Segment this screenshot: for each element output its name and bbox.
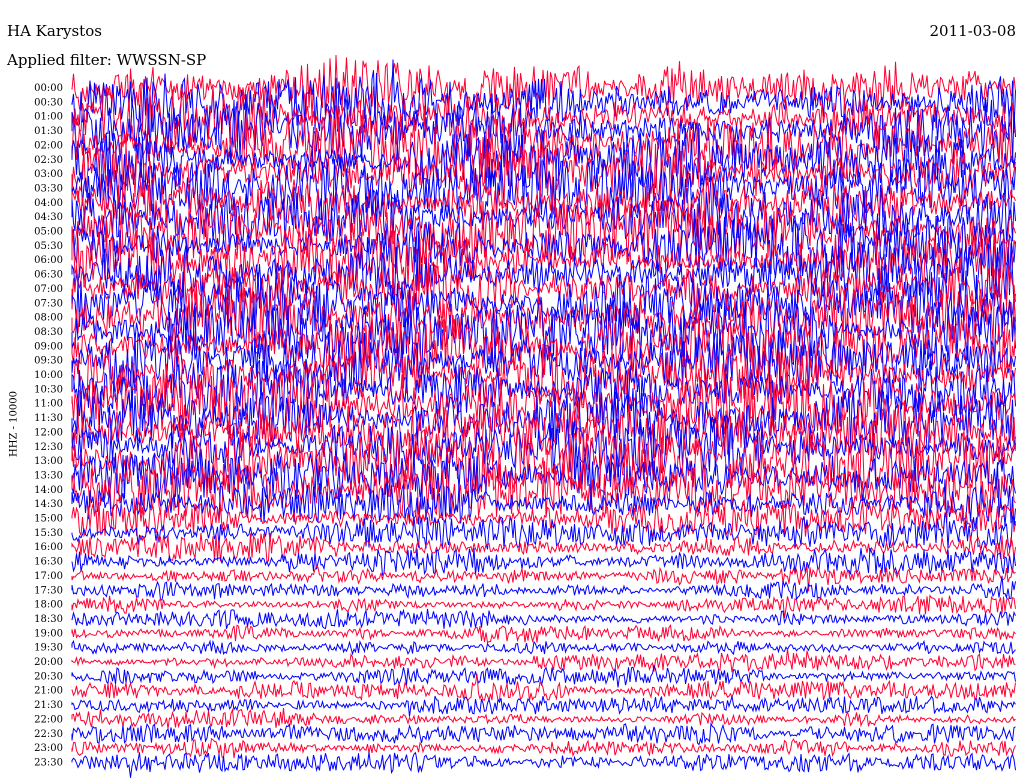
trace-line	[71, 608, 1016, 630]
row-tick-label: 17:30	[34, 585, 63, 596]
row-tick-label: 21:30	[34, 700, 63, 711]
row-tick-label: 17:00	[34, 571, 63, 582]
row-tick-label: 16:00	[34, 542, 63, 553]
row-tick-label: 18:00	[34, 600, 63, 611]
row-tick-label: 11:30	[34, 413, 63, 424]
trace-line	[71, 751, 1016, 778]
row-tick-label: 01:00	[34, 112, 63, 123]
filter-label: Applied filter: WWSSN-SP	[7, 51, 207, 69]
row-tick-label: 23:00	[34, 743, 63, 754]
trace-line	[71, 664, 1016, 688]
trace-line	[71, 695, 1016, 717]
row-tick-label: 04:00	[34, 198, 63, 209]
row-tick-label: 13:00	[34, 456, 63, 467]
row-tick-label: 23:30	[34, 757, 63, 768]
row-tick-label: 08:00	[34, 313, 63, 324]
row-tick-label: 15:00	[34, 514, 63, 525]
row-tick-label: 15:30	[34, 528, 63, 539]
trace-line	[71, 594, 1016, 619]
trace-line	[71, 532, 1016, 564]
row-tick-label: 22:00	[34, 714, 63, 725]
row-tick-label: 16:30	[34, 557, 63, 568]
row-tick-label: 05:30	[34, 241, 63, 252]
row-tick-label: 05:00	[34, 227, 63, 238]
row-tick-label: 06:30	[34, 270, 63, 281]
row-tick-label: 12:00	[34, 427, 63, 438]
trace-line	[71, 639, 1016, 656]
row-tick-label: 10:00	[34, 370, 63, 381]
row-tick-label: 19:00	[34, 628, 63, 639]
row-tick-label: 03:30	[34, 183, 63, 194]
trace-line	[71, 721, 1016, 746]
trace-line	[71, 673, 1016, 703]
row-tick-label: 18:30	[34, 614, 63, 625]
trace-line	[71, 708, 1016, 729]
row-tick-label: 14:30	[34, 499, 63, 510]
row-tick-label: 00:30	[34, 97, 63, 108]
row-tick-label: 02:00	[34, 140, 63, 151]
date-label: 2011-03-08	[929, 22, 1016, 40]
row-tick-label: 14:00	[34, 485, 63, 496]
row-tick-label: 03:00	[34, 169, 63, 180]
trace-line	[71, 575, 1016, 601]
trace-line	[71, 737, 1016, 759]
row-tick-label: 07:30	[34, 298, 63, 309]
row-tick-label: 08:30	[34, 327, 63, 338]
row-tick-label: 06:00	[34, 255, 63, 266]
row-tick-label: 11:00	[34, 399, 63, 410]
row-tick-label: 22:30	[34, 729, 63, 740]
station-title: HA Karystos	[7, 22, 102, 40]
row-tick-label: 01:30	[34, 126, 63, 137]
row-tick-label: 02:30	[34, 155, 63, 166]
row-tick-label: 07:00	[34, 284, 63, 295]
trace-group	[71, 54, 1016, 778]
row-tick-label: 10:30	[34, 384, 63, 395]
row-tick-label: 20:30	[34, 671, 63, 682]
row-tick-label: 21:00	[34, 686, 63, 697]
row-tick-label: 13:30	[34, 470, 63, 481]
row-tick-label: 00:00	[34, 83, 63, 94]
row-tick-label: 19:30	[34, 643, 63, 654]
helicorder-plot: HA Karystos 2011-03-08 Applied filter: W…	[0, 0, 1024, 780]
tick-label-group: 00:00 00:30 01:00 01:30 02:00 02:30 03:00 03:30…	[34, 83, 63, 768]
trace-line	[71, 623, 1016, 644]
row-tick-label: 20:00	[34, 657, 63, 668]
row-tick-label: 09:30	[34, 356, 63, 367]
seismogram-chart: 00:00 00:30 01:00 01:30 02:00 02:30 03:00 03:30…	[34, 54, 1016, 778]
row-tick-label: 04:30	[34, 212, 63, 223]
row-tick-label: 12:30	[34, 442, 63, 453]
row-tick-label: 09:00	[34, 341, 63, 352]
